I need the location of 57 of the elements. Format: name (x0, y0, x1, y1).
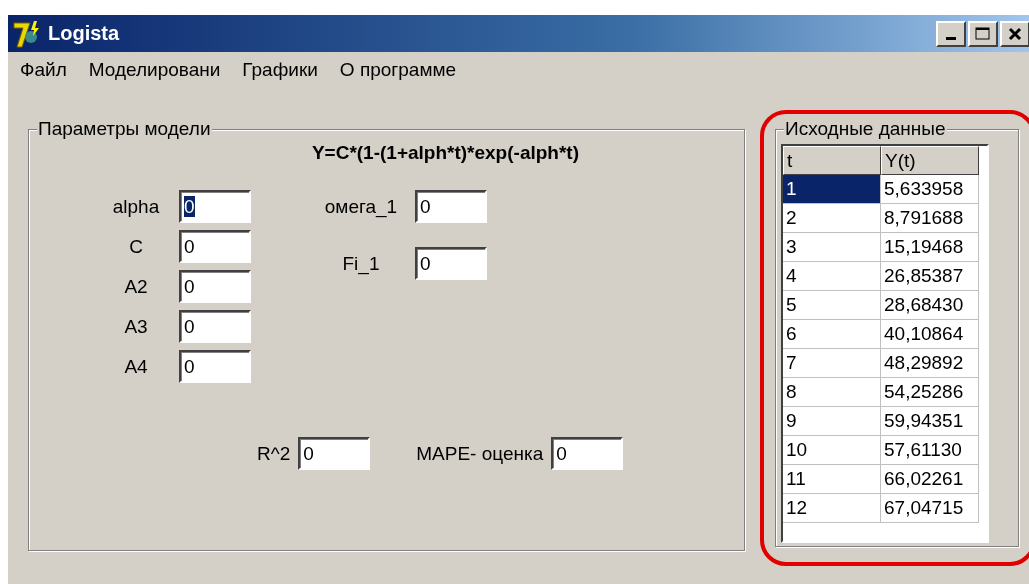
table-cell[interactable]: 4 (783, 262, 881, 291)
table-cell[interactable]: 5 (783, 291, 881, 320)
result-label: MAPE- оценка (416, 442, 544, 465)
input-field[interactable]: 0 (415, 190, 487, 223)
maximize-button[interactable] (968, 20, 998, 47)
input-field[interactable]: 0 (179, 230, 251, 263)
table-cell[interactable]: 7 (783, 349, 881, 378)
minimize-button[interactable] (936, 20, 966, 47)
table-cell[interactable]: 5,633958 (881, 175, 979, 204)
table-cell[interactable]: 54,25286 (881, 378, 979, 407)
close-icon (1008, 26, 1022, 41)
input-field[interactable]: 0 (298, 437, 371, 470)
field-label: A2 (123, 275, 149, 298)
input-field[interactable]: 0 (179, 310, 251, 343)
table-cell[interactable]: 40,10864 (881, 320, 979, 349)
column-header[interactable]: t (783, 146, 881, 175)
field-label: Fi_1 (341, 252, 381, 275)
table-cell[interactable]: 28,68430 (881, 291, 979, 320)
field-label: A3 (123, 315, 149, 338)
table-cell[interactable]: 9 (783, 407, 881, 436)
table-cell[interactable]: 67,04715 (881, 494, 979, 523)
input-field[interactable]: 0 (179, 190, 251, 223)
window-title: Logista (48, 22, 121, 45)
column-header[interactable]: Y(t) (881, 146, 979, 175)
table-cell[interactable]: 26,85387 (881, 262, 979, 291)
table-cell[interactable]: 12 (783, 494, 881, 523)
table-cell[interactable]: 8,791688 (881, 204, 979, 233)
table-cell[interactable]: 15,19468 (881, 233, 979, 262)
formula-text: Y=C*(1-(1+alph*t)*exp(-alph*t) (311, 142, 579, 163)
input-field[interactable]: 0 (179, 350, 251, 383)
field-label: омега_1 (323, 195, 399, 218)
table-cell[interactable]: 1 (783, 175, 881, 204)
app-logo-icon (12, 18, 42, 49)
field-label: A4 (123, 355, 149, 378)
table-cell[interactable]: 2 (783, 204, 881, 233)
table-cell[interactable]: 59,94351 (881, 407, 979, 436)
input-field[interactable]: 0 (179, 270, 251, 303)
input-field[interactable]: 0 (551, 437, 624, 470)
table-cell[interactable]: 8 (783, 378, 881, 407)
menu-item[interactable]: Файл (20, 59, 67, 83)
table-cell[interactable]: 48,29892 (881, 349, 979, 378)
menu-item[interactable]: О программе (339, 59, 457, 83)
table-cell[interactable]: 10 (783, 436, 881, 465)
menu-item[interactable]: Графики (242, 59, 318, 83)
table-cell[interactable]: 66,02261 (881, 465, 979, 494)
table-cell[interactable]: 6 (783, 320, 881, 349)
close-button[interactable] (1000, 20, 1029, 47)
menu-item[interactable]: Моделировани (88, 59, 221, 83)
result-label: R^2 (257, 442, 291, 465)
table-cell[interactable]: 11 (783, 465, 881, 494)
maximize-icon (975, 26, 991, 41)
field-label: C (128, 235, 144, 258)
field-label: alpha (111, 195, 161, 218)
input-field[interactable]: 0 (415, 247, 487, 280)
minimize-icon (946, 37, 956, 40)
table-cell[interactable]: 57,61130 (881, 436, 979, 465)
table-cell[interactable]: 3 (783, 233, 881, 262)
